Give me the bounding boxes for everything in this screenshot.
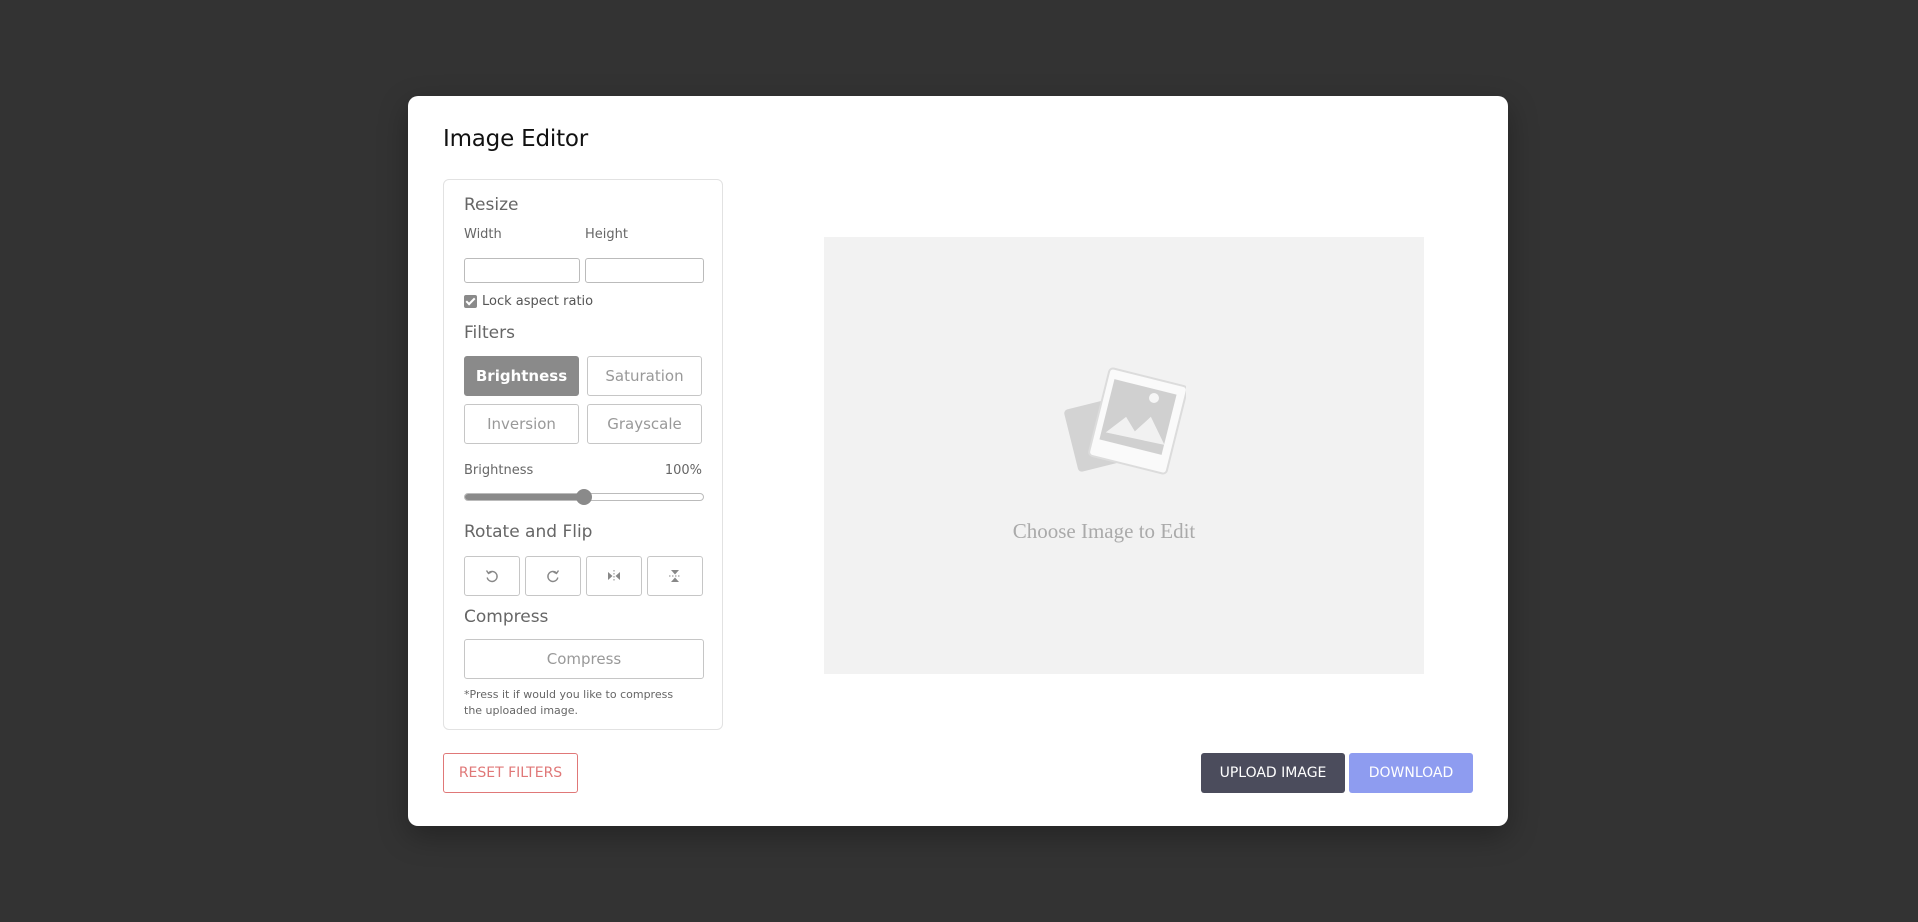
filter-grayscale-button[interactable]: Grayscale bbox=[587, 404, 702, 444]
lock-aspect-label: Lock aspect ratio bbox=[482, 294, 594, 309]
compress-button[interactable]: Compress bbox=[464, 639, 704, 679]
rotate-left-button[interactable] bbox=[464, 556, 520, 596]
slider-label: Brightness bbox=[464, 463, 534, 478]
download-button[interactable]: DOWNLOAD bbox=[1349, 753, 1473, 793]
rotate-right-icon bbox=[547, 570, 560, 583]
controls-panel: Resize Width Height Lock aspect ratio Fi… bbox=[443, 179, 723, 730]
filters-heading: Filters bbox=[464, 323, 515, 343]
filter-inversion-button[interactable]: Inversion bbox=[464, 404, 579, 444]
flip-vertical-icon bbox=[669, 570, 681, 582]
brightness-slider[interactable] bbox=[464, 489, 704, 505]
filter-saturation-button[interactable]: Saturation bbox=[587, 356, 702, 396]
filter-brightness-button[interactable]: Brightness bbox=[464, 356, 579, 396]
image-placeholder-icon bbox=[1064, 367, 1186, 475]
image-preview-area[interactable]: Choose Image to Edit bbox=[824, 237, 1424, 674]
slider-value: 100% bbox=[664, 463, 702, 478]
rotate-right-button[interactable] bbox=[525, 556, 581, 596]
flip-horizontal-button[interactable] bbox=[586, 556, 642, 596]
flip-horizontal-icon bbox=[608, 570, 620, 582]
preview-placeholder-text: Choose Image to Edit bbox=[1012, 519, 1196, 543]
width-label: Width bbox=[464, 227, 502, 242]
lock-aspect-checkbox[interactable] bbox=[464, 295, 477, 308]
page-title: Image Editor bbox=[443, 126, 589, 152]
compress-note: *Press it if would you like to compress … bbox=[464, 688, 674, 717]
slider-thumb[interactable] bbox=[576, 489, 592, 505]
rotate-heading: Rotate and Flip bbox=[464, 522, 593, 542]
flip-vertical-button[interactable] bbox=[647, 556, 703, 596]
image-editor-card: Image Editor Resize Width Height Lock as… bbox=[408, 96, 1508, 826]
reset-filters-button[interactable]: RESET FILTERS bbox=[443, 753, 578, 793]
slider-fill bbox=[465, 494, 584, 500]
lock-aspect-ratio[interactable]: Lock aspect ratio bbox=[464, 294, 593, 309]
upload-image-button[interactable]: UPLOAD IMAGE bbox=[1201, 753, 1345, 793]
height-input[interactable] bbox=[585, 258, 704, 283]
width-input[interactable] bbox=[464, 258, 580, 283]
resize-heading: Resize bbox=[464, 195, 519, 215]
compress-heading: Compress bbox=[464, 607, 549, 627]
rotate-left-icon bbox=[485, 570, 498, 583]
height-label: Height bbox=[585, 227, 628, 242]
